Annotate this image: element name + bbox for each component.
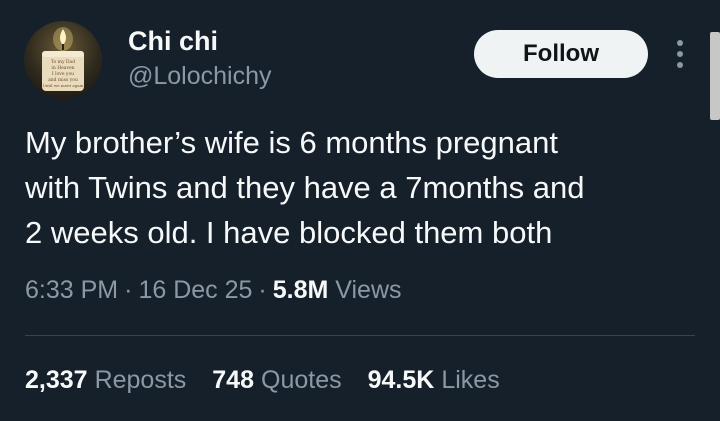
avatar-text-line: To my Dad xyxy=(51,59,75,65)
engagement-stats: 2,337 Reposts 748 Quotes 94.5K Likes xyxy=(25,366,500,395)
follow-button[interactable]: Follow xyxy=(474,30,648,78)
display-name[interactable]: Chi chi xyxy=(128,26,218,57)
views-label: Views xyxy=(335,276,402,304)
quotes-label: Quotes xyxy=(261,366,342,394)
quotes-stat[interactable]: 748 Quotes xyxy=(212,366,341,395)
quotes-count: 748 xyxy=(212,366,254,394)
tweet-meta: 6:33 PM · 16 Dec 25 · 5.8M Views xyxy=(25,276,402,305)
meta-separator: · xyxy=(124,276,133,304)
tweet-text-line: 2 weeks old. I have blocked them both xyxy=(25,215,553,250)
likes-count: 94.5K xyxy=(367,366,435,394)
avatar-text-line: I love you xyxy=(52,71,74,77)
tweet-text: My brother’s wife is 6 months pregnant w… xyxy=(25,120,705,255)
likes-label: Likes xyxy=(441,366,500,394)
avatar[interactable]: To my Dad in Heaven I love you and miss … xyxy=(24,21,102,99)
scrollbar[interactable] xyxy=(710,32,720,120)
views-count: 5.8M xyxy=(272,276,329,304)
tweet-text-line: My brother’s wife is 6 months pregnant xyxy=(25,125,558,160)
avatar-text-line: Until we meet again xyxy=(42,83,83,88)
tweet-detail: To my Dad in Heaven I love you and miss … xyxy=(0,0,720,421)
divider xyxy=(25,335,695,336)
tweet-time[interactable]: 6:33 PM xyxy=(25,276,118,304)
likes-stat[interactable]: 94.5K Likes xyxy=(368,366,500,395)
reposts-label: Reposts xyxy=(94,366,187,394)
avatar-text-line: in Heaven xyxy=(51,65,74,71)
reposts-stat[interactable]: 2,337 Reposts xyxy=(25,366,186,395)
candle-memorial-icon: To my Dad in Heaven I love you and miss … xyxy=(42,27,84,91)
meta-separator: · xyxy=(258,276,267,304)
more-options-icon[interactable] xyxy=(670,38,690,70)
tweet-text-line: with Twins and they have a 7months and xyxy=(25,170,585,205)
user-handle[interactable]: @Lolochichy xyxy=(128,62,272,91)
reposts-count: 2,337 xyxy=(25,366,88,394)
tweet-date[interactable]: 16 Dec 25 xyxy=(138,276,252,304)
